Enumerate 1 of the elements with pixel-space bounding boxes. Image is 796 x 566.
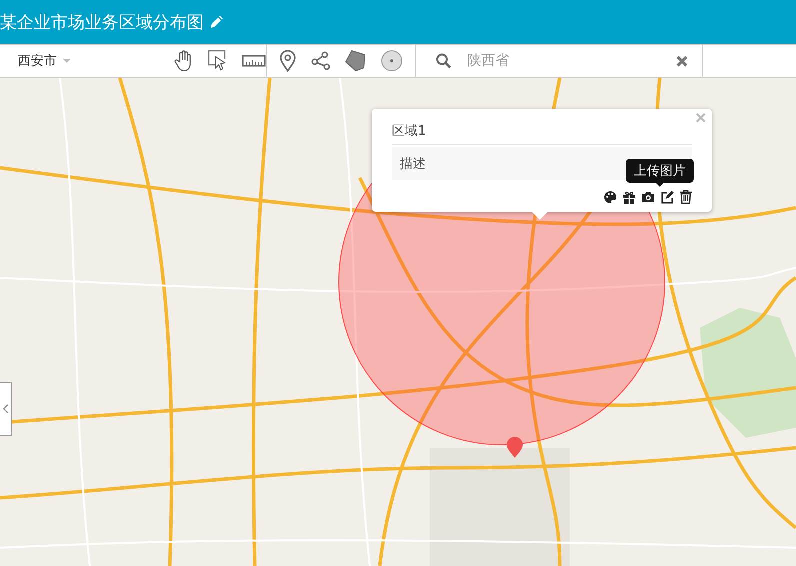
page-title: 某企业市场业务区域分布图 — [0, 12, 204, 34]
